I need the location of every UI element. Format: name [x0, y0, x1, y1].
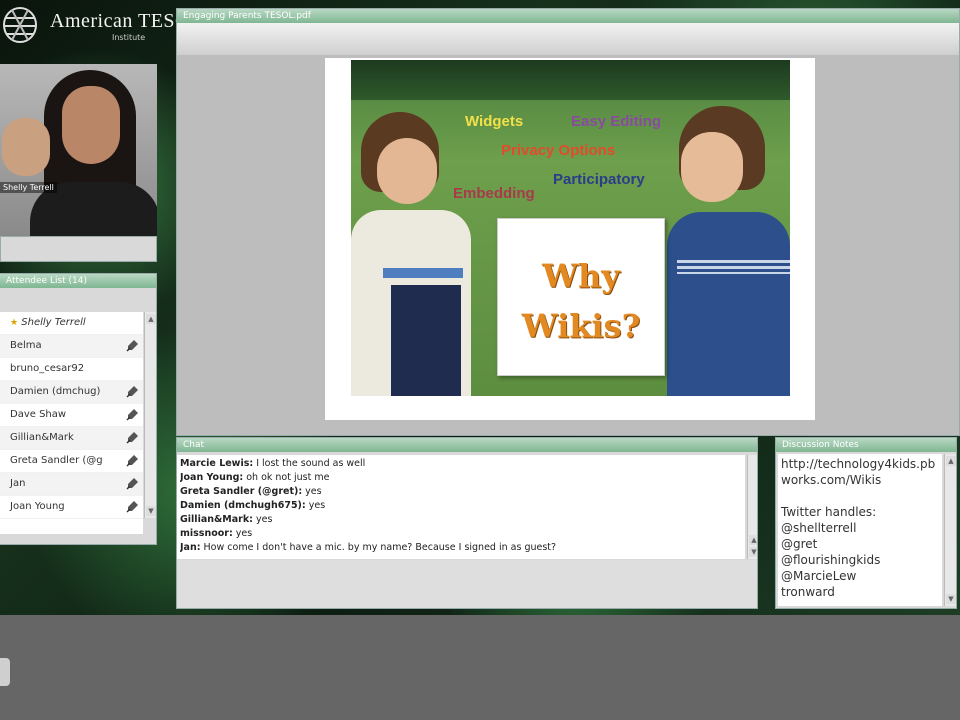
chat-message: Damien (dmchugh675): yes [180, 500, 326, 511]
slide-word: Privacy Options [501, 142, 616, 159]
slide-word: Embedding [453, 185, 535, 202]
attendee-list-panel: Attendee List (14) ★ Shelly Terrell Belm… [0, 273, 157, 545]
attendee-name: Joan Young [10, 501, 65, 512]
notes-line: tronward [781, 585, 835, 599]
attendee-list: ★ Shelly Terrell Belma bruno_cesar92 Dam… [0, 312, 143, 534]
scroll-down-icon[interactable]: ▼ [146, 506, 156, 516]
sign-line-1: Why [542, 257, 620, 295]
scroll-down-icon[interactable]: ▼ [749, 547, 757, 557]
chat-message: Joan Young: oh ok not just me [180, 472, 330, 483]
attendee-name: bruno_cesar92 [10, 363, 85, 374]
microphone-icon[interactable] [126, 476, 140, 490]
chat-scrollbar[interactable]: ▲ ▼ [747, 455, 757, 559]
bottom-bar [0, 615, 960, 720]
attendee-list-title: Attendee List (14) [0, 274, 156, 288]
chat-message: Marcie Lewis: I lost the sound as well [180, 458, 366, 469]
attendee-row[interactable]: Gillian&Mark [0, 427, 143, 450]
attendee-name: Shelly Terrell [21, 317, 86, 328]
attendee-name: Jan [10, 478, 26, 489]
scroll-down-icon[interactable]: ▼ [946, 594, 956, 604]
attendee-row[interactable]: Joan Young [0, 496, 143, 519]
chat-title: Chat [177, 438, 757, 452]
chat-messages: Marcie Lewis: I lost the sound as well J… [177, 455, 745, 559]
presenter-name-label: Shelly Terrell [0, 182, 57, 193]
presenter-face [62, 86, 120, 164]
logo-subtitle: Institute [112, 33, 146, 42]
webcam-controls-bar [0, 236, 157, 262]
pdf-toolbar [177, 23, 959, 55]
trees-background [351, 60, 790, 100]
attendee-name: Belma [10, 340, 42, 351]
discussion-notes-text[interactable]: http://technology4kids.pb works.com/Wiki… [778, 454, 942, 606]
chat-message: Greta Sandler (@gret): yes [180, 486, 322, 497]
attendee-row[interactable]: Damien (dmchug) [0, 381, 143, 404]
attendee-row[interactable]: Dave Shaw [0, 404, 143, 427]
attendee-row[interactable]: Greta Sandler (@g [0, 450, 143, 473]
notes-line: works.com/Wikis [781, 473, 882, 487]
microphone-icon[interactable] [126, 499, 140, 513]
chat-message: missnoor: yes [180, 528, 253, 539]
presenter-hand [2, 118, 50, 176]
chat-message: Jan: How come I don't have a mic. by my … [180, 542, 557, 553]
webcam-video: Shelly Terrell [0, 64, 157, 236]
attendee-name: Dave Shaw [10, 409, 67, 420]
attendee-scrollbar[interactable]: ▲ ▼ [144, 312, 156, 518]
attendee-row[interactable]: Belma [0, 335, 143, 358]
notes-line: @MarcieLew [781, 569, 857, 583]
microphone-icon[interactable] [126, 430, 140, 444]
pdf-viewer-panel: Engaging Parents TESOL.pdf Widgets Easy … [176, 8, 960, 436]
side-toggle-button[interactable] [0, 658, 10, 686]
why-wikis-sign: Why Wikis? [497, 218, 665, 376]
pdf-document-area[interactable]: Widgets Easy Editing Privacy Options Par… [177, 55, 959, 435]
chat-panel: Chat Marcie Lewis: I lost the sound as w… [176, 437, 758, 609]
logo-globe-icon [3, 7, 37, 43]
slide-page: Widgets Easy Editing Privacy Options Par… [325, 58, 815, 420]
scroll-up-icon[interactable]: ▲ [749, 535, 757, 545]
sign-line-2: Wikis? [521, 307, 641, 345]
microphone-icon[interactable] [126, 384, 140, 398]
scroll-up-icon[interactable]: ▲ [946, 456, 956, 466]
logo: American TESOL Institute [0, 4, 202, 48]
slide-photo: Widgets Easy Editing Privacy Options Par… [351, 60, 790, 396]
notes-line: Twitter handles: [781, 505, 877, 519]
notes-line: @gret [781, 537, 818, 551]
notes-line: @flourishingkids [781, 553, 881, 567]
host-icon: ★ [10, 318, 19, 328]
attendee-name: Gillian&Mark [10, 432, 74, 443]
attendee-row[interactable]: bruno_cesar92 [0, 358, 143, 381]
notes-scrollbar[interactable]: ▲ ▼ [944, 454, 956, 606]
notes-line: http://technology4kids.pb [781, 457, 936, 471]
attendee-name: Greta Sandler (@g [10, 455, 103, 466]
discussion-notes-panel: Discussion Notes http://technology4kids.… [775, 437, 957, 609]
attendee-name: Damien (dmchug) [10, 386, 101, 397]
microphone-icon[interactable] [126, 407, 140, 421]
slide-word: Participatory [553, 171, 645, 188]
slide-word: Widgets [465, 113, 524, 130]
microphone-icon[interactable] [126, 453, 140, 467]
microphone-icon[interactable] [126, 338, 140, 352]
attendee-row[interactable]: Jan [0, 473, 143, 496]
notes-line [781, 488, 939, 504]
slide-word: Easy Editing [571, 113, 662, 130]
attendee-row[interactable]: ★ Shelly Terrell [0, 312, 143, 335]
discussion-notes-title: Discussion Notes [776, 438, 956, 452]
chat-message: Gillian&Mark: yes [180, 514, 273, 525]
notes-line: @shellterrell [781, 521, 857, 535]
scroll-up-icon[interactable]: ▲ [146, 314, 156, 324]
chat-input[interactable] [177, 560, 757, 608]
pdf-viewer-title: Engaging Parents TESOL.pdf [177, 9, 959, 23]
